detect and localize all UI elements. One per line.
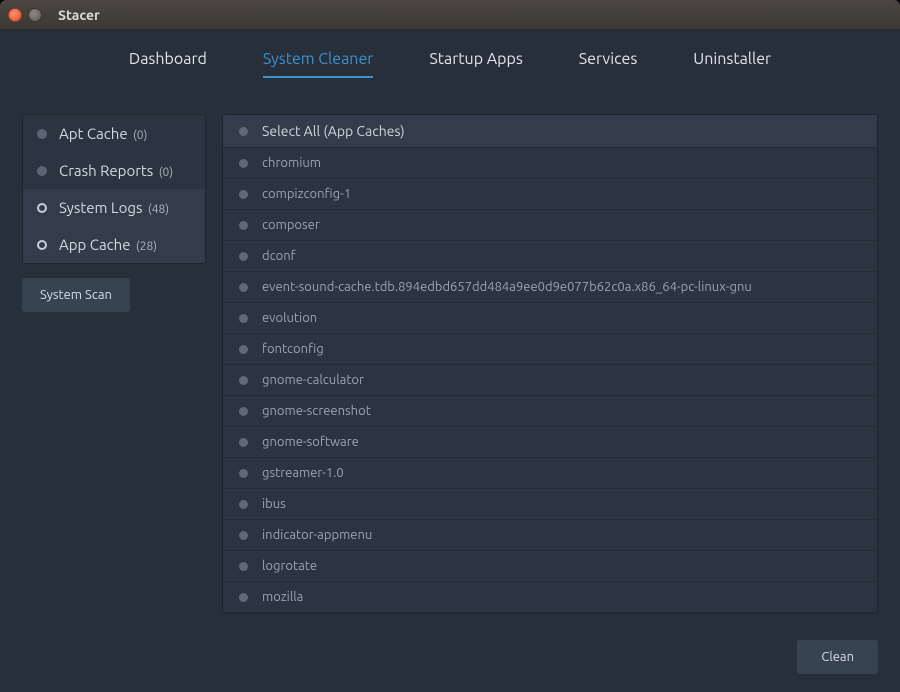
list-item-label: gstreamer-1.0 — [262, 466, 344, 480]
select-all-row[interactable]: Select All (App Caches) — [223, 115, 877, 148]
sidebar-item-app-cache[interactable]: App Cache (28) — [23, 226, 205, 263]
sidebar-item-label: Crash Reports (0) — [59, 162, 191, 179]
checkbox-icon — [239, 593, 248, 602]
nav-tab-dashboard[interactable]: Dashboard — [129, 50, 207, 76]
sidebar-item-crash-reports[interactable]: Crash Reports (0) — [23, 152, 205, 189]
list-item[interactable]: fontconfig — [223, 334, 877, 365]
sidebar: Apt Cache (0) Crash Reports (0) System Log… — [22, 114, 206, 312]
top-nav: Dashboard System Cleaner Startup Apps Servi… — [0, 30, 900, 90]
nav-tab-system-cleaner[interactable]: System Cleaner — [263, 50, 373, 78]
list-item[interactable]: dconf — [223, 241, 877, 272]
titlebar: Stacer — [0, 0, 900, 30]
list-item[interactable]: gnome-calculator — [223, 365, 877, 396]
list-item[interactable]: gnome-screenshot — [223, 396, 877, 427]
radio-selected-icon — [37, 203, 47, 213]
checkbox-icon — [239, 127, 248, 136]
checkbox-icon — [239, 562, 248, 571]
checkbox-icon — [239, 159, 248, 168]
list-item-label: mozilla — [262, 590, 303, 604]
minimize-icon[interactable] — [28, 8, 42, 22]
list-item[interactable]: gstreamer-1.0 — [223, 458, 877, 489]
list-item[interactable]: chromium — [223, 148, 877, 179]
sidebar-item-apt-cache[interactable]: Apt Cache (0) — [23, 115, 205, 152]
list-item[interactable]: event-sound-cache.tdb.894edbd657dd484a9e… — [223, 272, 877, 303]
list-item[interactable]: ibus — [223, 489, 877, 520]
list-item-label: gnome-screenshot — [262, 404, 371, 418]
app-body: Dashboard System Cleaner Startup Apps Servi… — [0, 30, 900, 692]
list-item-label: evolution — [262, 311, 317, 325]
list-item-label: fontconfig — [262, 342, 324, 356]
cache-list-panel: Select All (App Caches) chromium compizcon… — [222, 114, 878, 614]
list-item-label: logrotate — [262, 559, 317, 573]
list-item-label: dconf — [262, 249, 296, 263]
sidebar-item-count: (0) — [133, 129, 147, 142]
app-window: Stacer Dashboard System Cleaner Startup Ap… — [0, 0, 900, 692]
content-area: Apt Cache (0) Crash Reports (0) System Log… — [22, 114, 878, 674]
list-item[interactable]: composer — [223, 210, 877, 241]
window-title: Stacer — [58, 7, 100, 23]
nav-tab-uninstaller[interactable]: Uninstaller — [693, 50, 771, 76]
sidebar-item-system-logs[interactable]: System Logs (48) — [23, 189, 205, 226]
checkbox-icon — [239, 221, 248, 230]
sidebar-list: Apt Cache (0) Crash Reports (0) System Log… — [22, 114, 206, 264]
checkbox-icon — [239, 283, 248, 292]
checkbox-icon — [239, 407, 248, 416]
list-item[interactable]: indicator-appmenu — [223, 520, 877, 551]
checkbox-icon — [239, 376, 248, 385]
checkbox-icon — [239, 500, 248, 509]
checkbox-icon — [239, 469, 248, 478]
select-all-label: Select All (App Caches) — [262, 123, 405, 139]
sidebar-item-count: (28) — [136, 240, 157, 253]
list-item-label: chromium — [262, 156, 321, 170]
list-item[interactable]: mozilla — [223, 582, 877, 613]
checkbox-icon — [239, 438, 248, 447]
list-item[interactable]: gnome-software — [223, 427, 877, 458]
checkbox-icon — [239, 345, 248, 354]
list-item-label: gnome-calculator — [262, 373, 364, 387]
sidebar-item-label: App Cache (28) — [59, 236, 191, 253]
list-item-label: gnome-software — [262, 435, 359, 449]
radio-unselected-icon — [37, 166, 47, 176]
nav-tab-startup-apps[interactable]: Startup Apps — [429, 50, 522, 76]
list-item[interactable]: compizconfig-1 — [223, 179, 877, 210]
cache-list-scroll[interactable]: Select All (App Caches) chromium compizcon… — [223, 115, 877, 613]
checkbox-icon — [239, 252, 248, 261]
list-item-label: indicator-appmenu — [262, 528, 372, 542]
sidebar-item-count: (48) — [148, 203, 169, 216]
sidebar-item-label: Apt Cache (0) — [59, 125, 191, 142]
sidebar-item-count: (0) — [159, 166, 173, 179]
radio-unselected-icon — [37, 129, 47, 139]
list-item-label: ibus — [262, 497, 286, 511]
checkbox-icon — [239, 531, 248, 540]
list-item-label: compizconfig-1 — [262, 187, 351, 201]
system-scan-button[interactable]: System Scan — [22, 278, 130, 312]
close-icon[interactable] — [8, 8, 22, 22]
nav-tab-services[interactable]: Services — [579, 50, 638, 76]
radio-selected-icon — [37, 240, 47, 250]
list-item-label: event-sound-cache.tdb.894edbd657dd484a9e… — [262, 280, 752, 294]
clean-button[interactable]: Clean — [797, 640, 878, 674]
sidebar-item-label: System Logs (48) — [59, 199, 191, 216]
checkbox-icon — [239, 190, 248, 199]
list-item[interactable]: logrotate — [223, 551, 877, 582]
list-item[interactable]: evolution — [223, 303, 877, 334]
list-item-label: composer — [262, 218, 320, 232]
checkbox-icon — [239, 314, 248, 323]
